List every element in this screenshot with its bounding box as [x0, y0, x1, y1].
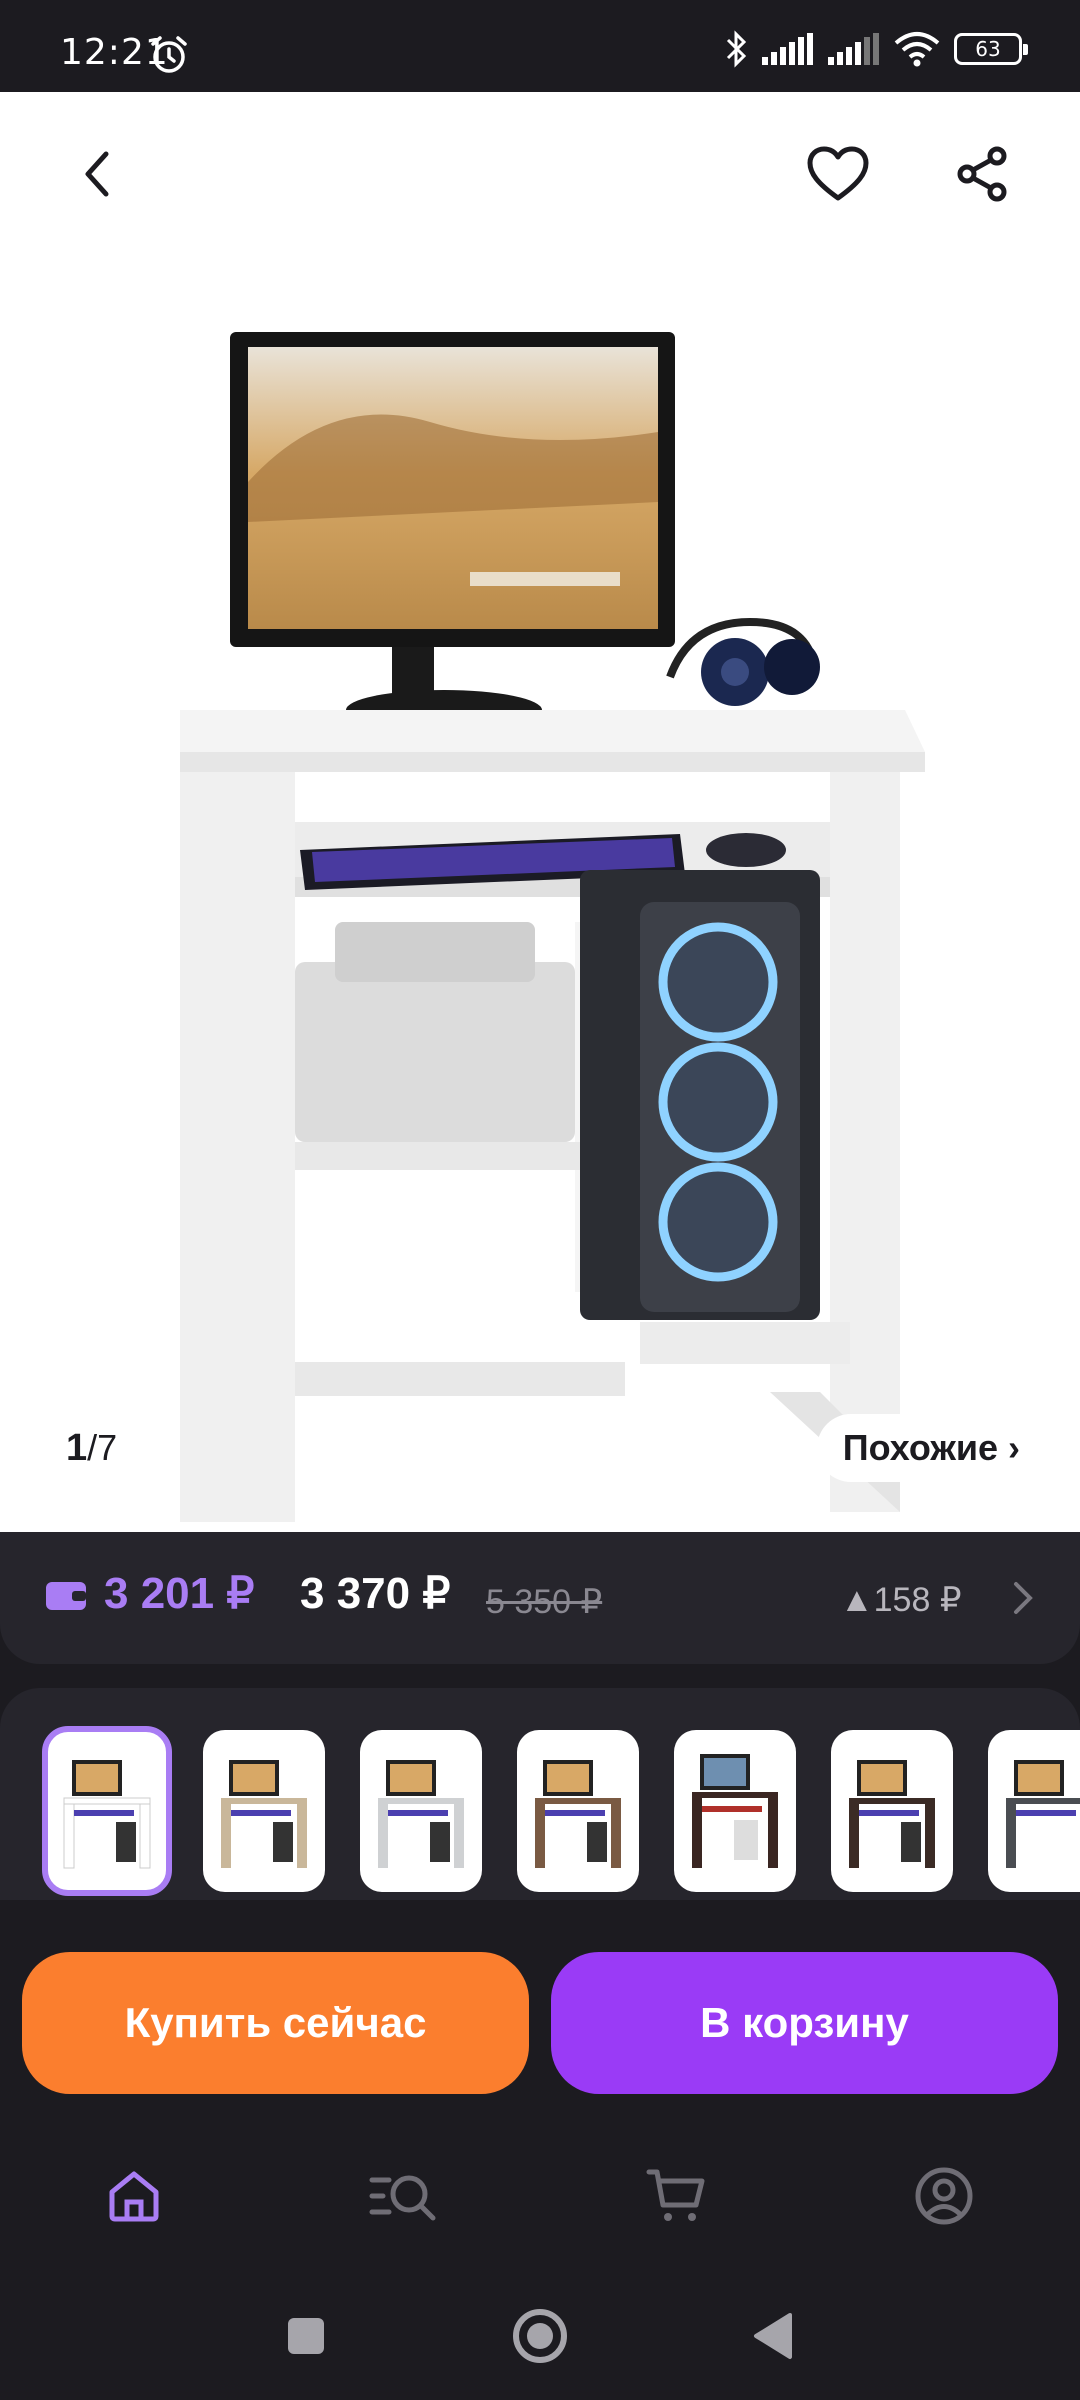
add-to-cart-label: В корзину — [700, 1999, 909, 2046]
variant-image — [378, 1760, 464, 1868]
variant-thumb[interactable] — [674, 1730, 796, 1892]
battery-level: 63 — [975, 37, 1001, 61]
wallet-icon — [46, 1582, 86, 1610]
heart-icon — [807, 146, 869, 201]
variant-image — [692, 1754, 778, 1868]
buy-now-label: Купить сейчас — [124, 1999, 427, 2046]
nav-home[interactable] — [98, 2160, 170, 2232]
triangle-back-icon — [754, 2313, 792, 2359]
cart-icon — [646, 2169, 705, 2221]
variant-image — [221, 1760, 307, 1868]
action-buttons: Купить сейчас В корзину — [0, 1900, 1080, 2100]
price-bar[interactable]: 3 201 ₽ 3 370 ₽ 5 350 ₽ ▲158 ₽ — [0, 1532, 1080, 1664]
profile-icon — [915, 2167, 973, 2225]
wifi-icon — [894, 32, 940, 67]
image-counter-separator: / — [87, 1427, 98, 1468]
back-button[interactable] — [58, 134, 138, 214]
similar-products-label: Похожие › — [842, 1427, 1020, 1468]
similar-products-button[interactable]: Похожие › — [816, 1414, 1046, 1482]
nav-catalog[interactable] — [368, 2160, 440, 2232]
system-navigation — [0, 2270, 1080, 2400]
variant-thumb[interactable] — [988, 1730, 1080, 1892]
nav-cart[interactable] — [640, 2160, 712, 2232]
image-counter-current: 1 — [66, 1427, 88, 1469]
variant-swatch — [63, 1797, 151, 1805]
old-price: 5 350 ₽ — [486, 1583, 603, 1621]
signal-icon-2 — [828, 33, 879, 65]
variant-image — [535, 1760, 621, 1868]
favorite-button[interactable] — [798, 134, 878, 214]
variant-thumb[interactable] — [203, 1730, 325, 1892]
variant-image — [849, 1760, 935, 1868]
home-icon — [109, 2171, 159, 2222]
status-bar: 12:21 63 — [0, 0, 1080, 92]
circle-icon — [513, 2309, 567, 2363]
price-change: ▲158 ₽ — [840, 1581, 962, 1619]
variant-thumb[interactable] — [42, 1726, 172, 1896]
variant-image — [1006, 1760, 1080, 1868]
signal-icon — [762, 33, 813, 65]
buy-now-button[interactable]: Купить сейчас — [22, 1952, 529, 2094]
share-icon — [957, 146, 1007, 202]
bottom-navigation — [0, 2120, 1080, 2270]
add-to-cart-button[interactable]: В корзину — [551, 1952, 1058, 2094]
product-gallery[interactable]: 1/7 Похожие › — [0, 92, 1080, 1532]
nav-profile[interactable] — [908, 2160, 980, 2232]
image-counter-total: 7 — [97, 1427, 118, 1468]
square-icon — [288, 2318, 324, 2354]
product-photo — [180, 332, 925, 1522]
bluetooth-icon — [726, 30, 747, 68]
card-price: 3 201 ₽ — [104, 1569, 255, 1618]
variant-image — [63, 1760, 151, 1869]
image-counter: 1/7 — [66, 1427, 117, 1470]
color-variants[interactable] — [0, 1688, 1080, 1900]
back-system-button[interactable] — [740, 2304, 804, 2368]
variant-thumb[interactable] — [517, 1730, 639, 1892]
chevron-right-icon[interactable] — [1010, 1578, 1036, 1618]
status-icons: 63 — [724, 30, 1028, 68]
chevron-left-icon — [85, 151, 109, 197]
variant-thumb[interactable] — [831, 1730, 953, 1892]
alarm-icon — [151, 36, 187, 73]
current-price: 3 370 ₽ — [300, 1569, 451, 1618]
home-system-button[interactable] — [508, 2304, 572, 2368]
recents-button[interactable] — [274, 2304, 338, 2368]
variant-thumb[interactable] — [360, 1730, 482, 1892]
catalog-search-icon — [369, 2175, 436, 2221]
share-button[interactable] — [942, 134, 1022, 214]
battery-indicator: 63 — [954, 33, 1028, 65]
